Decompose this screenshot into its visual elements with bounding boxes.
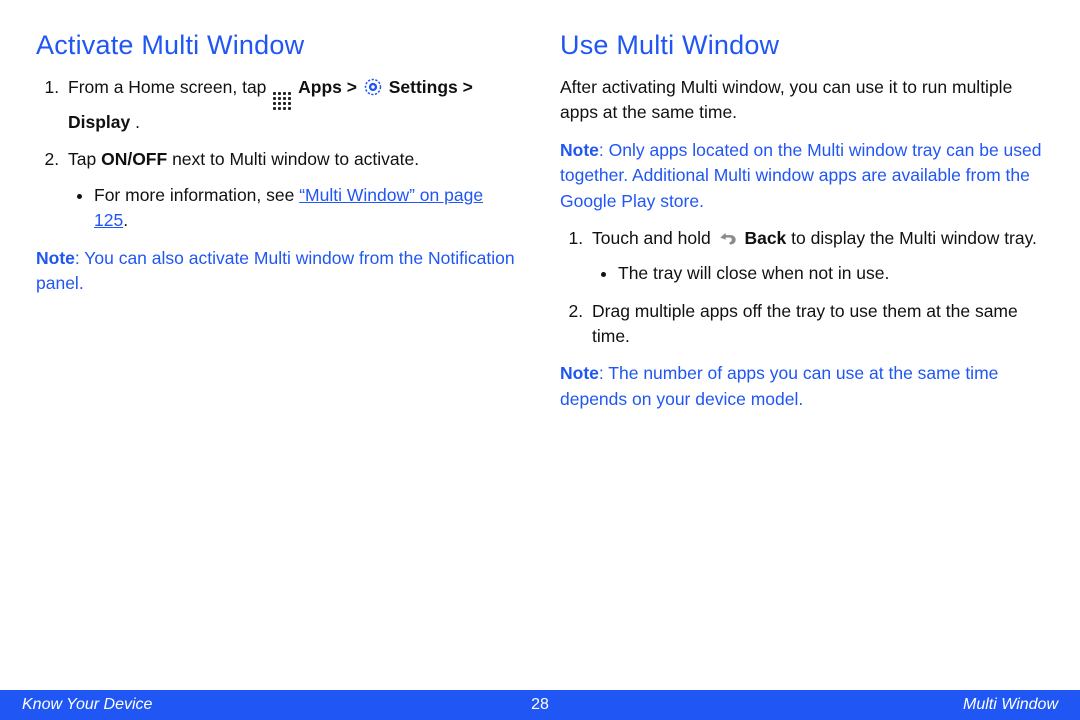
step1-end: . [135, 112, 140, 132]
step1-apps-label: Apps > [298, 77, 362, 97]
activate-step-1: From a Home screen, tap Apps > Settings … [64, 75, 520, 135]
right-column: Use Multi Window After activating Multi … [560, 30, 1044, 424]
left-column: Activate Multi Window From a Home screen… [36, 30, 520, 424]
step2-pre: Tap [68, 149, 101, 169]
use-step-2: Drag multiple apps off the tray to use t… [588, 299, 1044, 350]
page-footer: Know Your Device 28 Multi Window [0, 690, 1080, 720]
use-note-2: Note: The number of apps you can use at … [560, 361, 1044, 412]
settings-gear-icon [364, 78, 382, 96]
bullet1-post: . [123, 210, 128, 230]
footer-page-number: 28 [531, 696, 549, 714]
use-intro: After activating Multi window, you can u… [560, 75, 1044, 126]
use-note1-text: : Only apps located on the Multi window … [560, 140, 1042, 211]
activate-note: Note: You can also activate Multi window… [36, 246, 520, 297]
step2-onoff: ON/OFF [101, 149, 167, 169]
use-note2-text: : The number of apps you can use at the … [560, 363, 998, 408]
step1-pre: From a Home screen, tap [68, 77, 271, 97]
back-arrow-icon [718, 230, 738, 248]
activate-note-label: Note [36, 248, 75, 268]
use-note2-label: Note [560, 363, 599, 383]
activate-note-text: : You can also activate Multi window fro… [36, 248, 515, 293]
use-heading: Use Multi Window [560, 30, 1044, 61]
use-step1-pre: Touch and hold [592, 228, 716, 248]
apps-grid-icon [273, 92, 291, 110]
activate-heading: Activate Multi Window [36, 30, 520, 61]
step2-post: next to Multi window to activate. [172, 149, 419, 169]
use-step1-post: to display the Multi window tray. [791, 228, 1037, 248]
use-step1-back: Back [744, 228, 786, 248]
footer-right: Multi Window [963, 696, 1058, 714]
bullet1-pre: For more information, see [94, 185, 299, 205]
footer-left: Know Your Device [22, 696, 152, 714]
activate-bullet-1: For more information, see “Multi Window”… [94, 183, 520, 234]
use-note-1: Note: Only apps located on the Multi win… [560, 138, 1044, 214]
activate-step-2: Tap ON/OFF next to Multi window to activ… [64, 147, 520, 233]
use-bullet-1: The tray will close when not in use. [618, 261, 1044, 286]
use-step-1: Touch and hold Back to display the Multi… [588, 226, 1044, 287]
use-note1-label: Note [560, 140, 599, 160]
